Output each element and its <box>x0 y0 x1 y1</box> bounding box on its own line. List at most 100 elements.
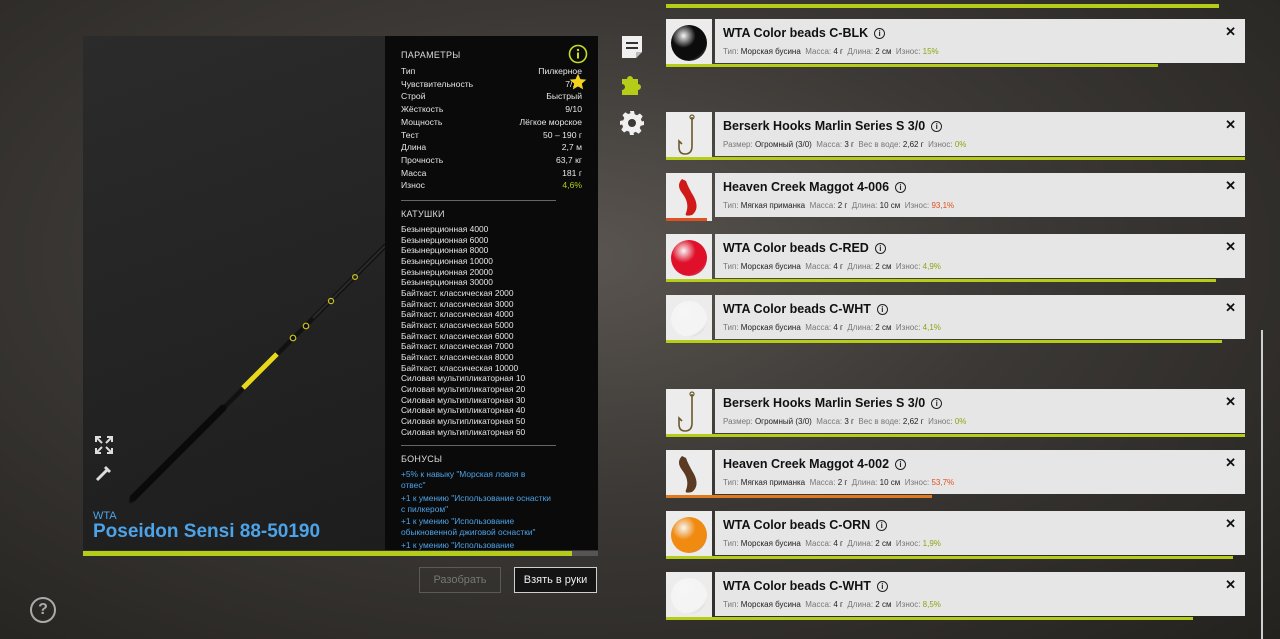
item-info-icon[interactable]: i <box>874 27 886 39</box>
stat-value: 2,62 г <box>902 140 924 149</box>
stat-label: Масса: <box>805 539 832 548</box>
item-wear-bar <box>666 157 1245 160</box>
param-row: Мощность Лёгкое морское <box>401 116 582 129</box>
stat-label: Износ: <box>928 417 953 426</box>
item-info-icon[interactable]: i <box>876 303 888 315</box>
stat-label: Износ: <box>895 47 921 56</box>
stat-value: Морская бусина <box>740 539 801 548</box>
disassemble-tool-icon[interactable] <box>93 462 115 484</box>
tackle-item[interactable]: Heaven Creek Maggot 4-002 i Тип: Мягкая … <box>666 450 1245 498</box>
item-info-icon[interactable]: i <box>895 181 907 193</box>
bonus-item: +1 к умению "Использование <box>401 539 515 550</box>
tackle-item[interactable]: WTA Color beads C-WHT i Тип: Морская бус… <box>666 572 1245 620</box>
param-row: Тип Пилкерное <box>401 65 582 78</box>
stat-label: Тип: <box>723 201 739 210</box>
stat-label: Тип: <box>723 600 739 609</box>
item-info-icon[interactable]: i <box>874 242 886 254</box>
tackle-item[interactable]: Berserk Hooks Marlin Series S 3/0 i Разм… <box>666 389 1245 437</box>
item-stats: Тип: Морская бусина Масса: 4 г Длина: 2 … <box>723 262 941 271</box>
item-info: WTA Color beads C-WHT i Тип: Морская бус… <box>715 295 1245 339</box>
reel-item: Силовая мультипликаторная 20 <box>401 383 526 394</box>
tackle-item[interactable]: Berserk Hooks Marlin Series S 3/0 i Разм… <box>666 112 1245 160</box>
item-thumbnail <box>666 19 712 67</box>
reel-item: Силовая мультипликаторная 30 <box>401 394 526 405</box>
take-in-hands-button[interactable]: Взять в руки <box>514 567 597 593</box>
stat-label: Масса: <box>805 600 832 609</box>
remove-item-close-icon[interactable]: ✕ <box>1225 577 1236 593</box>
item-info: WTA Color beads C-WHT i Тип: Морская бус… <box>715 572 1245 616</box>
param-label: Тест <box>401 129 419 140</box>
item-name: Heaven Creek Maggot 4-006 i <box>723 180 907 194</box>
info-icon[interactable] <box>568 44 588 64</box>
tackle-item[interactable]: WTA Color beads C-ORN i Тип: Морская бус… <box>666 511 1245 559</box>
item-name: Berserk Hooks Marlin Series S 3/0 i <box>723 119 943 133</box>
stat-value: Огромный (3/0) <box>754 140 812 149</box>
remove-item-close-icon[interactable]: ✕ <box>1225 455 1236 471</box>
remove-item-close-icon[interactable]: ✕ <box>1225 24 1236 40</box>
stat-value: 4 г <box>833 539 843 548</box>
stat-label: Длина: <box>851 201 878 210</box>
item-info-icon[interactable]: i <box>895 458 907 470</box>
stat-value: 10 см <box>879 201 901 210</box>
item-name: WTA Color beads C-ORN i <box>723 518 888 532</box>
remove-item-close-icon[interactable]: ✕ <box>1225 117 1236 133</box>
remove-item-close-icon[interactable]: ✕ <box>1225 178 1236 194</box>
tackle-item[interactable]: WTA Color beads C-WHT i Тип: Морская бус… <box>666 295 1245 343</box>
reel-item: Байткаст. классическая 5000 <box>401 319 514 330</box>
tackle-item[interactable]: WTA Color beads C-RED i Тип: Морская бус… <box>666 234 1245 282</box>
remove-item-close-icon[interactable]: ✕ <box>1225 394 1236 410</box>
item-stats: Тип: Мягкая приманка Масса: 2 г Длина: 1… <box>723 201 954 210</box>
favorite-star-icon[interactable] <box>568 72 588 92</box>
wear-value: 93,1% <box>931 201 955 210</box>
item-thumbnail <box>666 234 712 282</box>
remove-item-close-icon[interactable]: ✕ <box>1225 239 1236 255</box>
item-info-icon[interactable]: i <box>876 580 888 592</box>
rod-image <box>128 243 385 504</box>
bead-icon <box>671 517 707 553</box>
stat-label: Износ: <box>904 201 930 210</box>
param-row: Строй Быстрый <box>401 90 582 103</box>
wear-value: 4,9% <box>922 262 941 271</box>
help-icon[interactable]: ? <box>30 597 56 623</box>
stat-label: Вес в воде: <box>858 417 901 426</box>
item-info-icon[interactable]: i <box>876 519 888 531</box>
stat-value: 2,62 г <box>902 417 924 426</box>
reel-item: Байткаст. классическая 8000 <box>401 351 514 362</box>
remove-item-close-icon[interactable]: ✕ <box>1225 300 1236 316</box>
reel-item: Байткаст. классическая 7000 <box>401 341 514 352</box>
param-value: 50 – 190 г <box>543 129 582 140</box>
remove-item-close-icon[interactable]: ✕ <box>1225 516 1236 532</box>
param-label: Прочность <box>401 154 444 165</box>
bead-icon <box>671 25 707 61</box>
stat-value: 4 г <box>833 47 843 56</box>
stat-label: Износ: <box>895 539 921 548</box>
reel-item: Безынерционная 20000 <box>401 266 493 277</box>
divider <box>401 200 556 202</box>
top-wear-bar <box>666 4 1219 8</box>
notes-icon[interactable] <box>619 34 645 60</box>
list-scrollbar[interactable] <box>1261 330 1263 639</box>
expand-icon[interactable] <box>93 434 115 456</box>
puzzle-icon[interactable] <box>619 71 645 97</box>
reel-item: Безынерционная 30000 <box>401 277 493 288</box>
reel-item: Силовая мультипликаторная 10 <box>401 373 526 384</box>
item-stats: Тип: Морская бусина Масса: 4 г Длина: 2 … <box>723 600 941 609</box>
disassemble-button[interactable]: Разобрать <box>419 567 501 593</box>
item-name-text: WTA Color beads C-RED <box>723 241 869 255</box>
stat-label: Тип: <box>723 539 739 548</box>
wear-value: 53,7% <box>931 478 955 487</box>
item-name-text: WTA Color beads C-WHT <box>723 579 871 593</box>
settings-gear-icon[interactable] <box>619 110 645 136</box>
reel-item: Байткаст. классическая 4000 <box>401 309 514 320</box>
stat-label: Масса: <box>809 201 836 210</box>
soft-bait-icon <box>679 456 697 493</box>
tackle-item[interactable]: Heaven Creek Maggot 4-006 i Тип: Мягкая … <box>666 173 1245 221</box>
reel-item: Безынерционная 6000 <box>401 234 489 245</box>
tackle-item[interactable]: WTA Color beads C-BLK i Тип: Морская бус… <box>666 19 1245 67</box>
item-name-text: Berserk Hooks Marlin Series S 3/0 <box>723 119 926 133</box>
param-value: 181 г <box>562 167 582 178</box>
item-info-icon[interactable]: i <box>931 120 943 132</box>
item-name: WTA Color beads C-WHT i <box>723 302 888 316</box>
item-info-icon[interactable]: i <box>931 397 943 409</box>
wear-value: 4,1% <box>922 323 941 332</box>
